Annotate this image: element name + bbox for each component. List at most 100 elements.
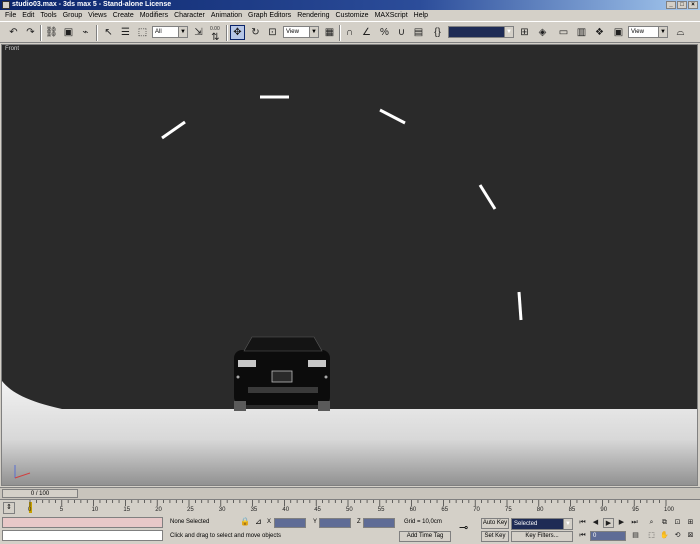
zoom-extents-all-icon[interactable]: ⊞ [685,518,696,528]
pan-icon[interactable]: ✋ [659,531,670,541]
window-controls: _ □ × [666,1,698,9]
render-type-value: View [631,29,644,35]
y-coord-field[interactable] [319,518,351,528]
ruler-tick-label: 20 [155,507,162,513]
rotate-icon[interactable]: ↻ [248,25,263,40]
selection-filter-value: All [155,29,162,35]
render-type-dropdown[interactable]: View ▼ [628,26,668,38]
lock-icon[interactable]: 🔒 [240,517,250,526]
key-filters-button[interactable]: Key Filters... [511,531,573,542]
pivot-center-icon[interactable]: ▦ [322,25,337,40]
grid-status: Grid = 10,0cm [404,519,442,525]
maxscript-listener-input[interactable] [2,530,163,541]
region-zoom-icon[interactable]: ⬚ [646,531,657,541]
selection-filter-dropdown[interactable]: All ▼ [152,26,188,38]
ruler-tick-label: 10 [91,507,99,513]
time-slider-thumb[interactable]: 0 / 100 [2,489,78,498]
go-to-start-icon[interactable]: ⏮ [577,518,588,528]
light-tube [379,108,406,125]
time-configuration-icon[interactable]: ▤ [630,531,641,541]
current-frame-field[interactable]: 0 [590,531,626,541]
key-icon: ⊸ [459,522,469,534]
mini-curve-editor-icon[interactable]: ⇕ [3,502,15,514]
render-scene-icon[interactable]: ▣ [611,25,626,40]
front-viewport[interactable]: Front [1,44,698,486]
app-icon [2,1,10,9]
named-selection-dropdown[interactable]: ▼ [448,26,514,38]
menu-customize[interactable]: Customize [333,10,372,21]
zoom-all-icon[interactable]: ⧉ [659,518,670,528]
arc-rotate-icon[interactable]: ⟲ [672,531,683,541]
menu-file[interactable]: File [2,10,19,21]
select-icon[interactable]: ↖ [101,25,116,40]
menu-edit[interactable]: Edit [19,10,37,21]
select-by-name-icon[interactable]: ☰ [118,25,133,40]
menu-rendering[interactable]: Rendering [294,10,332,21]
unlink-icon[interactable]: ▣ [61,25,76,40]
close-icon[interactable]: × [688,1,698,9]
snap-toggle-icon[interactable]: ∩ [342,25,357,40]
previous-frame-icon[interactable]: ◀ [590,518,601,528]
light-tube [517,291,523,321]
title-bar: studio03.max - 3ds max 5 - Stand-alone L… [0,0,700,10]
go-to-end-icon[interactable]: ⏭ [629,518,640,528]
toolbar-separator [226,25,228,41]
material-editor-icon[interactable]: ❖ [592,25,607,40]
scale-icon[interactable]: ⊡ [265,25,280,40]
chevron-down-icon: ▼ [658,27,667,37]
maxscript-listener-output[interactable] [2,517,163,528]
redo-icon[interactable]: ↷ [23,25,38,40]
menu-help[interactable]: Help [411,10,431,21]
align-icon[interactable]: ⊞ [517,25,532,40]
z-coord-label: Z [357,519,361,525]
menu-animation[interactable]: Animation [208,10,245,21]
bind-space-warp-icon[interactable]: ⌁ [78,25,93,40]
ruler-tick-label: 40 [282,507,290,513]
maximize-icon[interactable]: □ [677,1,687,9]
quick-render-icon[interactable]: ⌓ [673,25,688,40]
menu-tools[interactable]: Tools [37,10,59,21]
menu-group[interactable]: Group [60,10,85,21]
menu-maxscript[interactable]: MAXScript [372,10,411,21]
layer-manager-icon[interactable]: ◈ [535,25,550,40]
ruler-tick-label: 25 [187,507,194,513]
window-title: studio03.max - 3ds max 5 - Stand-alone L… [12,1,172,8]
undo-icon[interactable]: ↶ [6,25,21,40]
track-bar[interactable]: ⇕ 0 5 10 15 20 25 30 35 40 45 50 55 60 65 70 75 80 85 90 95… [0,499,700,515]
x-coord-field[interactable] [274,518,306,528]
snap-spinner-icon[interactable]: ⇅ [208,30,223,45]
minimize-icon[interactable]: _ [666,1,676,9]
menu-character[interactable]: Character [171,10,208,21]
prompt-line: Click and drag to select and move object… [170,533,282,539]
menu-create[interactable]: Create [110,10,137,21]
percent-snap-icon[interactable]: % [377,25,392,40]
next-frame-icon[interactable]: ▶ [616,518,627,528]
menu-views[interactable]: Views [85,10,110,21]
play-icon[interactable]: ▶ [603,518,614,528]
set-key-button[interactable]: Set Key [481,531,509,542]
key-mode-dropdown[interactable]: Selected ▼ [511,518,573,530]
z-coord-field[interactable] [363,518,395,528]
reference-coordinate-dropdown[interactable]: View ▼ [283,26,319,38]
absolute-mode-icon[interactable]: ⊿ [255,517,262,526]
maximize-viewport-icon[interactable]: ⊠ [685,531,696,541]
mirror-icon[interactable]: {} [430,25,445,40]
spinner-snap-icon[interactable]: ∪ [394,25,409,40]
time-slider[interactable]: 0 / 100 [0,487,700,499]
track-view-icon[interactable]: ▭ [556,25,571,40]
ruler-tick-label: 65 [441,507,449,513]
zoom-extents-icon[interactable]: ⊡ [672,518,683,528]
link-icon[interactable]: ⛓ [44,25,59,40]
select-move-icon[interactable]: ⇲ [191,25,206,40]
menu-graph-editors[interactable]: Graph Editors [245,10,294,21]
selection-region-icon[interactable]: ⬚ [135,25,150,40]
angle-snap-icon[interactable]: ∠ [359,25,374,40]
move-icon[interactable]: ✥ [230,25,245,40]
schematic-view-icon[interactable]: ▥ [574,25,589,40]
edit-named-selection-icon[interactable]: ▤ [411,25,426,40]
add-time-tag-button[interactable]: Add Time Tag [399,531,451,542]
auto-key-button[interactable]: Auto Key [481,518,509,529]
key-mode-toggle-icon[interactable]: ⏮ [577,531,588,541]
zoom-icon[interactable]: ⌕ [646,518,657,528]
menu-modifiers[interactable]: Modifiers [137,10,171,21]
